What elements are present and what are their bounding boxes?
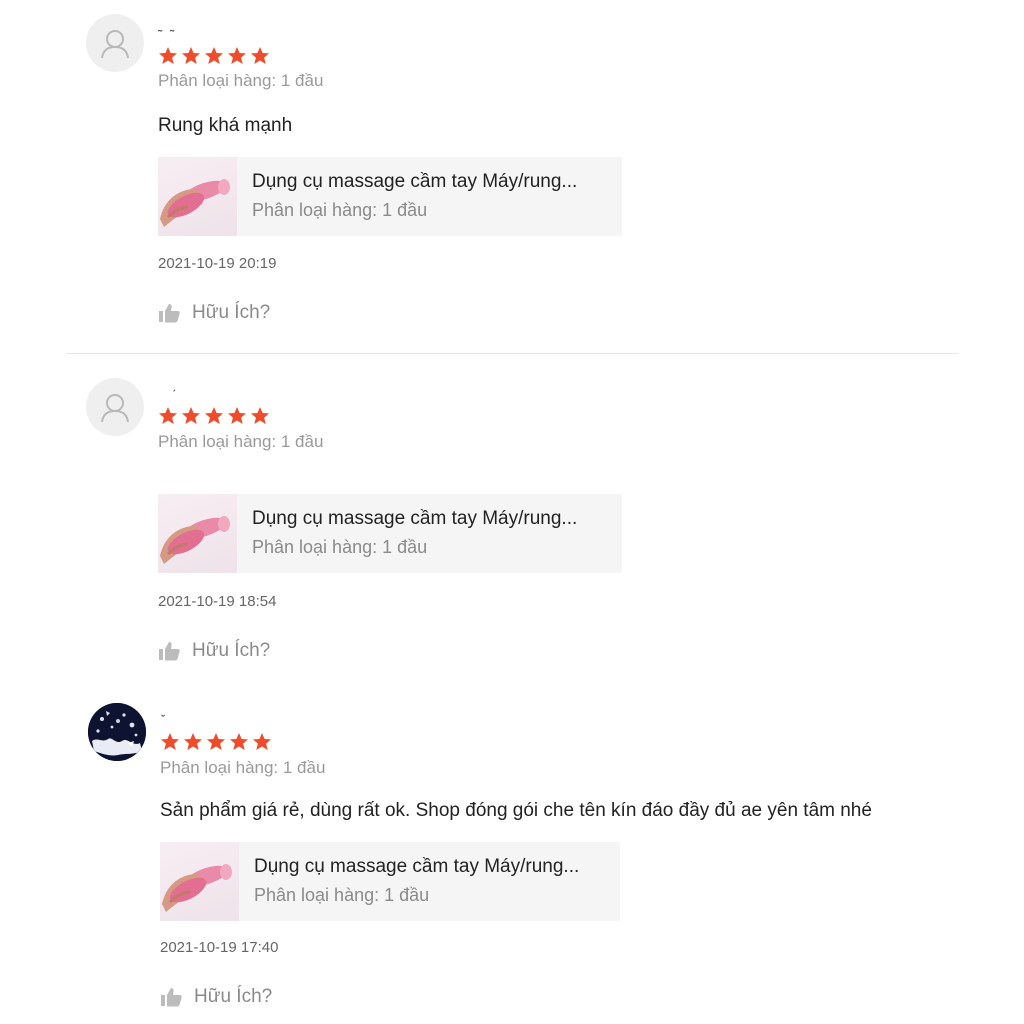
star-icon	[207, 733, 225, 750]
review-timestamp: 2021-10-19 20:19	[158, 255, 277, 272]
username[interactable]: ˊ	[172, 388, 178, 402]
star-icon	[182, 47, 200, 64]
product-name: Dụng cụ massage cầm tay Máy/rung...	[252, 508, 578, 529]
product-card[interactable]: Dụng cụ massage cầm tay Máy/rung... Phân…	[158, 157, 622, 236]
product-name: Dụng cụ massage cầm tay Máy/rung...	[254, 856, 580, 877]
review-timestamp: 2021-10-19 17:40	[160, 939, 279, 956]
helpful-label: Hữu Ích?	[194, 986, 273, 1007]
star-icon	[205, 407, 223, 424]
helpful-label: Hữu Ích?	[192, 640, 271, 661]
star-rating	[158, 46, 270, 66]
review-variant: Phân loại hàng: 1 đầu	[158, 432, 324, 451]
user-avatar[interactable]	[86, 378, 144, 436]
star-icon	[159, 407, 177, 424]
helpful-button[interactable]: Hữu Ích?	[158, 640, 270, 662]
review-comment: Rung khá mạnh	[158, 115, 293, 136]
star-icon	[182, 407, 200, 424]
star-icon	[159, 47, 177, 64]
review-divider	[66, 353, 959, 354]
product-card[interactable]: Dụng cụ massage cầm tay Máy/rung... Phân…	[158, 494, 622, 573]
username[interactable]: ˜ ˜	[158, 28, 176, 42]
user-avatar[interactable]	[86, 14, 144, 72]
star-icon	[228, 47, 246, 64]
product-variant: Phân loại hàng: 1 đầu	[254, 885, 430, 905]
star-icon	[251, 47, 269, 64]
star-icon	[251, 407, 269, 424]
thumbs-up-icon	[159, 304, 180, 323]
helpful-button[interactable]: Hữu Ích?	[160, 986, 272, 1008]
massager-product-image	[160, 516, 230, 564]
star-icon	[161, 733, 179, 750]
review-variant: Phân loại hàng: 1 đầu	[160, 758, 326, 777]
review-variant: Phân loại hàng: 1 đầu	[158, 71, 324, 90]
helpful-button[interactable]: Hữu Ích?	[158, 302, 270, 324]
helpful-label: Hữu Ích?	[192, 302, 271, 323]
product-thumbnail	[158, 494, 237, 573]
product-thumbnail	[158, 157, 237, 236]
default-user-icon	[101, 394, 129, 423]
username[interactable]: ˇ	[161, 713, 167, 727]
product-variant: Phân loại hàng: 1 đầu	[252, 537, 428, 557]
user-avatar[interactable]	[88, 703, 146, 761]
user-photo-avatar	[88, 703, 146, 761]
product-variant: Phân loại hàng: 1 đầu	[252, 200, 428, 220]
product-name: Dụng cụ massage cầm tay Máy/rung...	[252, 171, 578, 192]
star-icon	[253, 733, 271, 750]
review-timestamp: 2021-10-19 18:54	[158, 593, 277, 610]
star-rating	[158, 406, 270, 426]
star-rating	[160, 732, 272, 752]
product-thumbnail	[160, 842, 239, 921]
massager-product-image	[162, 864, 232, 912]
star-icon	[228, 407, 246, 424]
massager-product-image	[160, 179, 230, 227]
star-icon	[230, 733, 248, 750]
thumbs-up-icon	[161, 988, 182, 1007]
review-comment: Sản phẩm giá rẻ, dùng rất ok. Shop đóng …	[160, 800, 872, 821]
default-user-icon	[101, 30, 129, 59]
star-icon	[205, 47, 223, 64]
thumbs-up-icon	[159, 642, 180, 661]
product-card[interactable]: Dụng cụ massage cầm tay Máy/rung... Phân…	[160, 842, 620, 921]
star-icon	[184, 733, 202, 750]
